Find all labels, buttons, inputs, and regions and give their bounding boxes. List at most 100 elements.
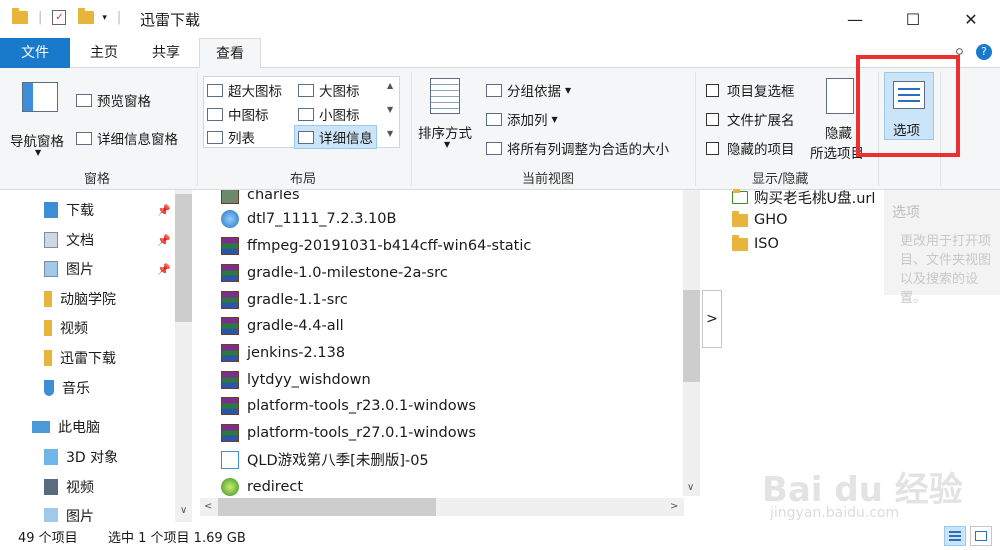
layout-label: 列表 [228,131,255,147]
file-extensions-label: 文件扩展名 [727,113,795,129]
minimize-button[interactable]: — [826,0,884,38]
watermark-url: jingyan.baidu.com [770,505,900,521]
list-item[interactable]: GHO [732,208,788,232]
nav-item-label: 图片 [66,262,94,278]
new-folder-icon[interactable] [78,8,95,24]
nav-pane-icon [22,82,58,112]
expand-gallery-icon[interactable]: ▼ [387,129,393,138]
tab-home[interactable]: 主页 [84,38,124,68]
nav-item-pictures-pc[interactable]: 图片 [44,503,94,522]
item-checkboxes-toggle[interactable]: 项目复选框 [706,80,795,100]
scroll-down-icon[interactable]: ▼ [387,105,393,114]
sort-by-button[interactable]: 排序方式 ▼ [418,76,480,158]
layout-label: 大图标 [319,84,360,100]
scroll-thumb[interactable] [175,194,192,322]
ribbon: 导航窗格 ▼ 预览窗格 详细信息窗格 窗格 超大图标 大图标 中图标 小图标 列… [0,68,1000,190]
nav-item-label: 文档 [66,233,94,249]
file-name: redirect [247,478,304,495]
nav-item-this-pc[interactable]: 此电脑 [32,414,100,440]
group-label-layout: 布局 [290,172,317,187]
list-item[interactable]: gradle-4.4-all [221,312,344,339]
nav-item-downloads[interactable]: 下载 [44,197,94,223]
medium-icons-icon [207,107,223,121]
scroll-right-icon[interactable]: > [670,501,678,512]
list-item[interactable]: platform-tools_r27.0.1-windows [221,419,476,446]
large-icons-view-button[interactable] [970,526,992,546]
nav-scrollbar[interactable] [175,190,192,522]
file-list-hscrollbar[interactable]: < > [200,498,684,516]
file-name: jenkins-2.138 [247,344,346,361]
nav-item-folder[interactable]: 视频 [44,315,88,341]
tab-share[interactable]: 共享 [146,38,186,68]
properties-icon[interactable]: ✓ [52,10,67,25]
scroll-up-icon[interactable]: ▲ [387,81,393,90]
nav-item-3d-objects[interactable]: 3D 对象 [44,444,118,470]
file-name: ISO [754,236,779,252]
list-item[interactable]: redirect [221,473,303,496]
chevron-down-icon: ▼ [551,114,558,124]
checkbox[interactable] [706,112,719,126]
nav-item-label: 视频 [60,321,88,337]
details-view-button[interactable] [944,526,966,546]
nav-item-documents[interactable]: 文档 [44,227,94,253]
list-item[interactable]: 购买老毛桃U盘.url [732,185,875,209]
file-list-vscrollbar[interactable] [683,190,700,496]
divider [695,72,696,186]
nav-item-music[interactable]: 音乐 [44,375,90,401]
window-title: 迅雷下载 [140,11,201,29]
list-item[interactable]: jenkins-2.138 [221,339,345,366]
list-item[interactable]: lytdyy_wishdown [221,366,371,393]
list-item[interactable]: gradle-1.0-milestone-2a-src [221,259,448,286]
nav-item-folder[interactable]: 迅雷下载 [44,345,116,371]
close-button[interactable]: ✕ [942,0,1000,38]
layout-small-icons[interactable]: 小图标 [298,104,360,124]
file-name: platform-tools_r23.0.1-windows [247,397,476,414]
scroll-left-icon[interactable]: < [204,501,212,512]
add-column-label: 添加列 [507,113,548,129]
nav-item-pictures[interactable]: 图片 [44,256,94,282]
layout-details[interactable]: 详细信息 [294,125,377,149]
tab-view[interactable]: 查看 [199,38,261,69]
nav-item-folder[interactable]: 动脑学院 [44,286,116,312]
list-item[interactable]: ffmpeg-20191031-b414cff-win64-static [221,232,531,259]
checkbox[interactable] [706,141,719,155]
list-item[interactable]: ISO [732,232,779,256]
scroll-thumb[interactable] [218,498,436,516]
file-extensions-toggle[interactable]: 文件扩展名 [706,109,795,129]
scroll-down-icon[interactable]: ∨ [180,505,187,516]
preview-pane-button[interactable]: 预览窗格 [76,90,151,110]
layout-label: 超大图标 [228,84,282,100]
layout-list[interactable]: 列表 [207,127,255,147]
group-by-button[interactable]: 分组依据 ▼ [486,80,571,100]
list-item[interactable]: gradle-1.1-src [221,286,348,313]
nav-item-label: 下载 [66,203,94,219]
app-icon [221,477,239,496]
maximize-button[interactable]: ☐ [884,0,942,38]
expand-pane-button[interactable]: > [702,290,722,348]
file-list: charles dtl7_1111_7.2.3.10B ffmpeg-20191… [203,190,683,496]
scroll-thumb[interactable] [683,290,700,382]
layout-large-icons[interactable]: 大图标 [298,80,360,100]
rar-archive-icon [221,263,239,282]
list-item[interactable]: dtl7_1111_7.2.3.10B [221,205,396,232]
layout-extra-large-icons[interactable]: 超大图标 [207,80,282,100]
downloads-icon [44,202,58,218]
help-icon[interactable]: ? [976,44,992,60]
nav-item-videos[interactable]: 视频 [44,474,94,500]
scroll-down-icon[interactable]: ∨ [687,482,694,493]
add-column-button[interactable]: 添加列 ▼ [486,109,558,129]
nav-item-label: 音乐 [62,381,90,397]
list-item[interactable]: QLD游戏第八季[未删版]-05 [221,446,429,473]
nav-pane-button[interactable]: 导航窗格 ▼ [8,78,74,158]
customize-qa-icon[interactable]: ▾ [102,13,107,23]
details-pane-button[interactable]: 详细信息窗格 [76,128,178,148]
fit-columns-button[interactable]: 将所有列调整为合适的大小 [486,138,669,158]
layout-medium-icons[interactable]: 中图标 [207,104,269,124]
details-pane-icon [76,131,92,145]
tab-file[interactable]: 文件 [0,38,70,68]
list-item[interactable]: platform-tools_r23.0.1-windows [221,392,476,419]
hidden-items-toggle[interactable]: 隐藏的项目 [706,138,795,158]
small-icons-icon [298,107,314,121]
checkbox[interactable] [706,83,719,97]
fit-columns-icon [486,141,502,155]
